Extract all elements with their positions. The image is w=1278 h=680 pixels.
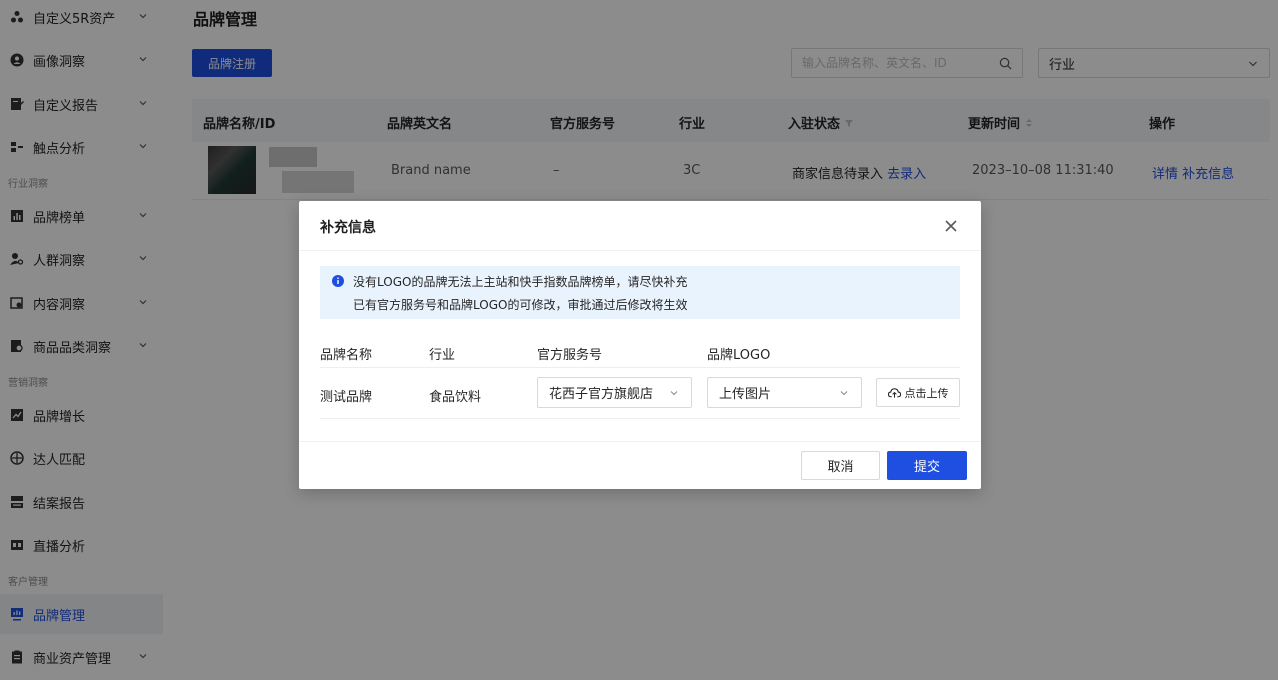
- cancel-button[interactable]: 取消: [801, 451, 880, 480]
- info-icon: [332, 275, 344, 287]
- upload-button-label: 点击上传: [904, 386, 949, 400]
- modal-title: 补充信息: [320, 220, 376, 236]
- alert-line-1: 没有LOGO的品牌无法上主站和快手指数品牌榜单，请尽快补充: [353, 275, 688, 289]
- logo-select-value: 上传图片: [719, 387, 772, 402]
- divider: [320, 418, 960, 419]
- col-header-service: 官方服务号: [537, 348, 603, 363]
- chevron-down-icon: [670, 391, 678, 396]
- close-icon[interactable]: [943, 218, 959, 234]
- service-account-value: 花西子官方旗舰店: [549, 387, 654, 402]
- info-alert: 没有LOGO的品牌无法上主站和快手指数品牌榜单，请尽快补充 已有官方服务号和品牌…: [320, 266, 960, 319]
- upload-button[interactable]: 点击上传: [876, 378, 960, 407]
- col-header-industry: 行业: [429, 348, 456, 363]
- cell-industry: 食品饮料: [429, 390, 482, 405]
- col-header-logo: 品牌LOGO: [707, 348, 771, 363]
- logo-select[interactable]: 上传图片: [707, 377, 862, 408]
- col-header-brand-name: 品牌名称: [320, 348, 373, 363]
- alert-line-2: 已有官方服务号和品牌LOGO的可修改，审批通过后修改将生效: [353, 298, 688, 312]
- submit-button[interactable]: 提交: [887, 451, 967, 480]
- divider: [320, 367, 960, 368]
- modal-header: 补充信息: [299, 201, 981, 251]
- cloud-upload-icon: [887, 387, 901, 398]
- supplement-info-modal: 补充信息 没有LOGO的品牌无法上主站和快手指数品牌榜单，请尽快补充 已有官方服…: [299, 201, 981, 489]
- chevron-down-icon: [840, 391, 848, 396]
- cell-brand-name: 测试品牌: [320, 390, 373, 405]
- modal-footer: 取消 提交: [299, 441, 981, 489]
- service-account-select[interactable]: 花西子官方旗舰店: [537, 377, 692, 408]
